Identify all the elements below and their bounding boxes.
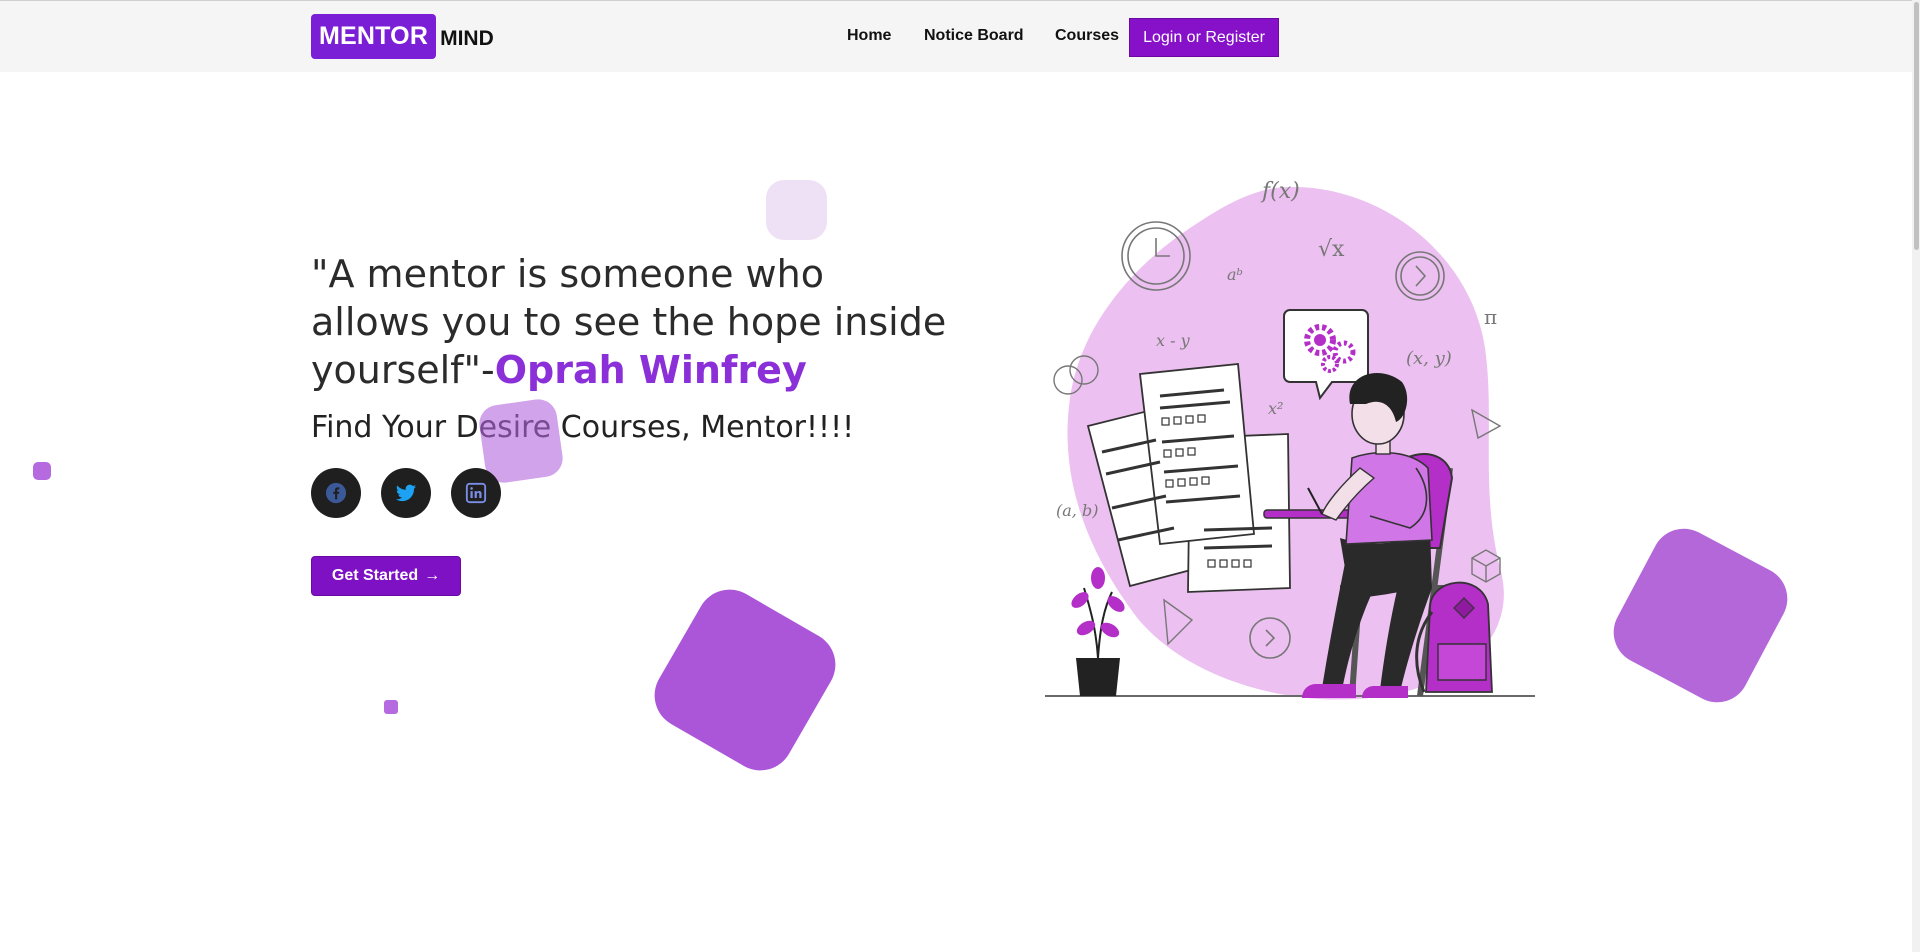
login-register-button[interactable]: Login or Register <box>1129 18 1279 57</box>
social-links <box>311 468 501 518</box>
facebook-link[interactable] <box>311 468 361 518</box>
math-fx: f(x) <box>1260 179 1300 204</box>
nav-courses-link[interactable]: Courses <box>1055 27 1119 45</box>
math-ab: aᵇ <box>1227 265 1243 284</box>
math-pi: π <box>1484 305 1497 329</box>
facebook-icon <box>325 482 347 504</box>
hero-subtitle: Find Your Desire Courses, Mentor!!!! <box>311 410 855 445</box>
decor-square-right <box>1602 517 1799 714</box>
decor-square-small-left <box>33 462 51 480</box>
linkedin-icon <box>465 482 487 504</box>
math-ab-pair: (a, b) <box>1056 501 1098 520</box>
get-started-label: Get Started <box>331 567 419 584</box>
twitter-icon <box>395 484 417 502</box>
math-sqrt: √x <box>1318 237 1345 262</box>
logo-box: MENTOR <box>311 14 437 59</box>
math-xsquared: x² <box>1268 399 1283 418</box>
quote-author: Oprah Winfrey <box>494 348 807 392</box>
get-started-button[interactable]: Get Started → <box>311 556 461 596</box>
logo[interactable]: MENTOR MIND <box>311 14 494 59</box>
twitter-link[interactable] <box>381 468 431 518</box>
math-xminusy: x - y <box>1156 331 1191 350</box>
hero-quote: "A mentor is someone who allows you to s… <box>311 250 951 394</box>
decor-square-large <box>642 577 848 783</box>
decor-square-tiny <box>384 700 398 714</box>
navbar: MENTOR MIND Home Notice Board Courses Lo… <box>0 0 1920 72</box>
hero-illustration: f(x) √x aᵇ x - y x² (x, y) π (a, b) <box>1045 179 1535 700</box>
logo-text: MIND <box>440 26 494 50</box>
arrow-right-icon: → <box>424 567 441 584</box>
scrollbar-thumb[interactable] <box>1914 2 1919 250</box>
decor-square-top <box>766 180 827 240</box>
math-xy: (x, y) <box>1406 348 1452 369</box>
nav-home-link[interactable]: Home <box>847 27 891 45</box>
linkedin-link[interactable] <box>451 468 501 518</box>
nav-notice-board-link[interactable]: Notice Board <box>924 27 1024 45</box>
